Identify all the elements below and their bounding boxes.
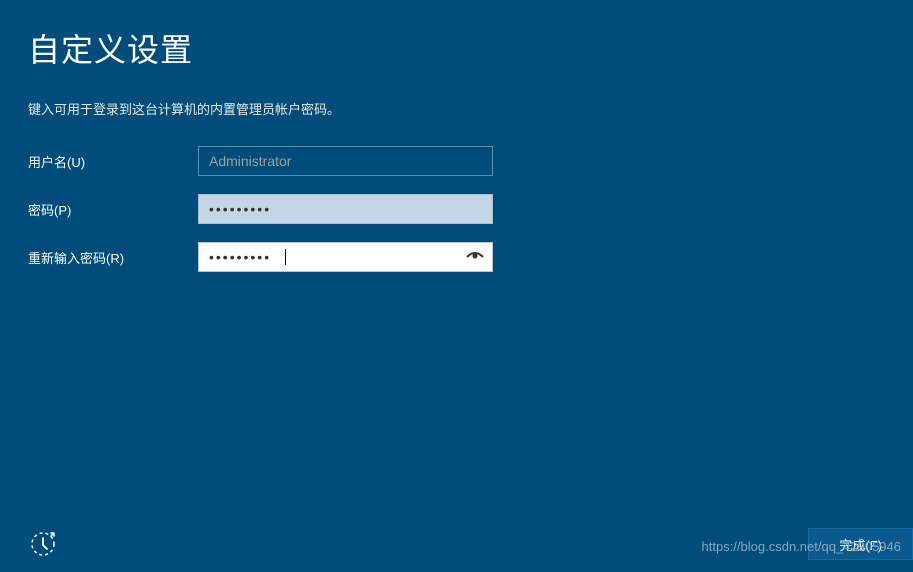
text-cursor — [285, 249, 286, 265]
username-row: 用户名(U) — [28, 146, 885, 176]
password-input[interactable] — [198, 194, 493, 224]
page-title: 自定义设置 — [28, 25, 885, 71]
confirm-password-row: 重新输入密码(R) — [28, 242, 885, 272]
bottom-bar — [0, 524, 913, 572]
show-password-icon[interactable] — [465, 247, 485, 267]
password-label: 密码(P) — [28, 200, 198, 219]
page-subtitle: 键入可用于登录到这台计算机的内置管理员帐户密码。 — [28, 99, 885, 118]
confirm-password-input[interactable] — [198, 242, 493, 272]
confirm-password-label: 重新输入密码(R) — [28, 248, 198, 267]
username-label: 用户名(U) — [28, 152, 198, 171]
ease-of-access-icon[interactable] — [28, 529, 58, 559]
password-row: 密码(P) — [28, 194, 885, 224]
finish-button[interactable]: 完成(F) — [808, 528, 913, 560]
username-input — [198, 146, 493, 176]
